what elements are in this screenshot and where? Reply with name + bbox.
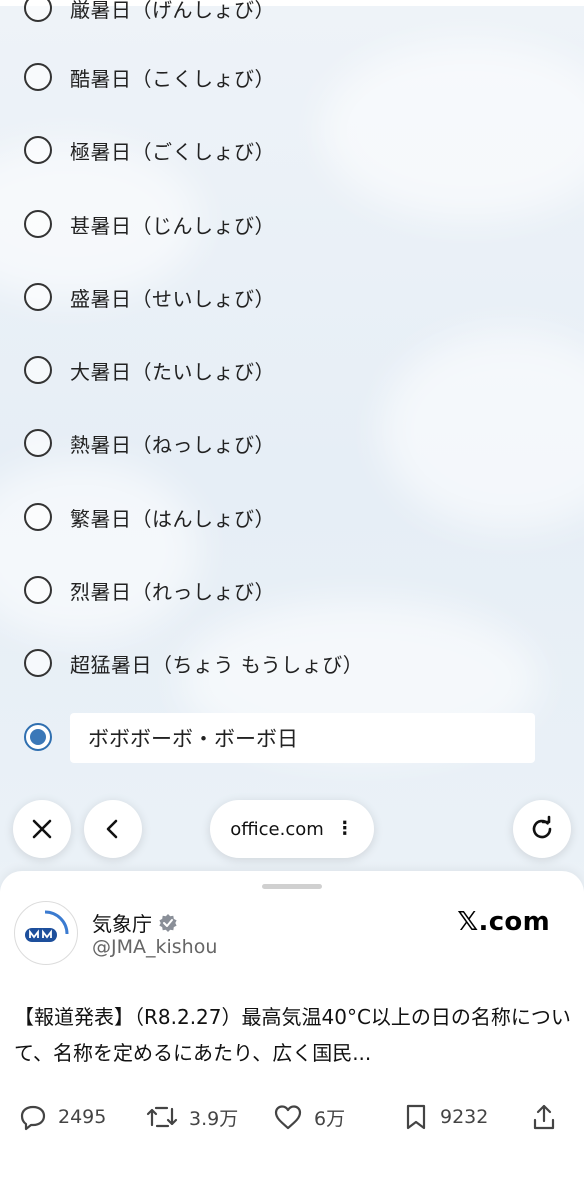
repost-button[interactable]: 3.9万: [145, 1097, 238, 1137]
bookmark-button[interactable]: 9232: [402, 1097, 488, 1137]
url-text: office.com: [230, 818, 324, 840]
option-label: 熱暑日（ねっしょび）: [70, 432, 275, 457]
survey-option-4[interactable]: 盛暑日（せいしょび）: [24, 277, 275, 317]
survey-option-2[interactable]: 極暑日（ごくしょび）: [24, 130, 275, 170]
radio-button[interactable]: [24, 210, 52, 238]
heart-icon: [274, 1105, 302, 1130]
share-button[interactable]: [530, 1097, 558, 1137]
account-name-text: 気象庁: [92, 912, 152, 936]
radio-button[interactable]: [24, 649, 52, 677]
like-count: 6万: [314, 1107, 346, 1130]
option-label: 極暑日（ごくしょび）: [70, 139, 275, 164]
survey-option-1[interactable]: 酷暑日（こくしょび）: [24, 57, 275, 97]
bookmark-count: 9232: [440, 1106, 489, 1128]
survey-option-5[interactable]: 大暑日（たいしょび）: [24, 350, 275, 390]
option-label: 酷暑日（こくしょび）: [70, 66, 275, 91]
like-button[interactable]: 6万: [272, 1097, 345, 1137]
avatar[interactable]: [14, 901, 78, 965]
post-text[interactable]: 【報道発表】（R8.2.27）最高気温40°C以上の日の名称について、名称を定め…: [14, 999, 574, 1071]
radio-button[interactable]: [24, 283, 52, 311]
option-label: 甚暑日（じんしょび）: [70, 213, 275, 238]
x-com-logo[interactable]: 𝕏.com: [457, 907, 550, 937]
option-label: 繁暑日（はんしょび）: [70, 506, 275, 531]
share-icon: [533, 1104, 555, 1130]
post-actions: 2495 3.9万 6万 9232: [0, 1097, 584, 1137]
other-answer-field[interactable]: ボボボーボ・ボーボ日: [70, 713, 535, 763]
radio-button-selected[interactable]: [24, 723, 52, 751]
reply-icon: [20, 1105, 46, 1131]
option-label: 大暑日（たいしょび）: [70, 359, 275, 384]
survey-option-other[interactable]: [24, 717, 52, 757]
reply-button[interactable]: 2495: [18, 1097, 106, 1137]
reload-icon: [532, 815, 552, 839]
jma-logo-icon: [25, 910, 77, 958]
option-label: 超猛暑日（ちょう もうしょび）: [70, 652, 364, 677]
radio-button[interactable]: [24, 356, 52, 384]
account-name[interactable]: 気象庁: [92, 908, 178, 937]
repost-count: 3.9万: [189, 1107, 239, 1130]
account-handle[interactable]: @JMA_kishou: [92, 936, 217, 958]
close-icon: [32, 819, 52, 839]
option-label: 盛暑日（せいしょび）: [70, 286, 275, 311]
back-button[interactable]: [84, 800, 142, 858]
survey-option-partial[interactable]: 厳暑日（げんしょび）: [24, 0, 275, 28]
bookmark-icon: [406, 1104, 426, 1130]
survey-option-8[interactable]: 烈暑日（れっしょび）: [24, 570, 275, 610]
radio-button[interactable]: [24, 0, 52, 22]
reload-button[interactable]: [513, 800, 571, 858]
radio-button[interactable]: [24, 136, 52, 164]
survey-option-9[interactable]: 超猛暑日（ちょう もうしょび）: [24, 643, 363, 683]
survey-option-7[interactable]: 繁暑日（はんしょび）: [24, 497, 275, 537]
verified-badge-icon: [159, 913, 177, 932]
option-label: 烈暑日（れっしょび）: [70, 579, 275, 604]
survey-option-3[interactable]: 甚暑日（じんしょび）: [24, 204, 275, 244]
radio-button[interactable]: [24, 429, 52, 457]
radio-button[interactable]: [24, 63, 52, 91]
browser-toolbar: office.com ⋮: [0, 800, 584, 860]
post-preview-sheet: 気象庁 @JMA_kishou 𝕏.com 【報道発表】（R8.2.27）最高気…: [0, 871, 584, 1200]
sheet-handle[interactable]: [262, 884, 322, 889]
repost-icon: [146, 1106, 178, 1128]
reply-count: 2495: [58, 1106, 107, 1128]
radio-button[interactable]: [24, 503, 52, 531]
radio-button[interactable]: [24, 576, 52, 604]
more-vertical-icon[interactable]: ⋮: [336, 820, 354, 838]
option-label: 厳暑日（げんしょび）: [70, 0, 275, 22]
survey-option-6[interactable]: 熱暑日（ねっしょび）: [24, 423, 275, 463]
chevron-left-icon: [106, 819, 118, 839]
url-pill[interactable]: office.com ⋮: [210, 800, 374, 858]
close-button[interactable]: [13, 800, 71, 858]
